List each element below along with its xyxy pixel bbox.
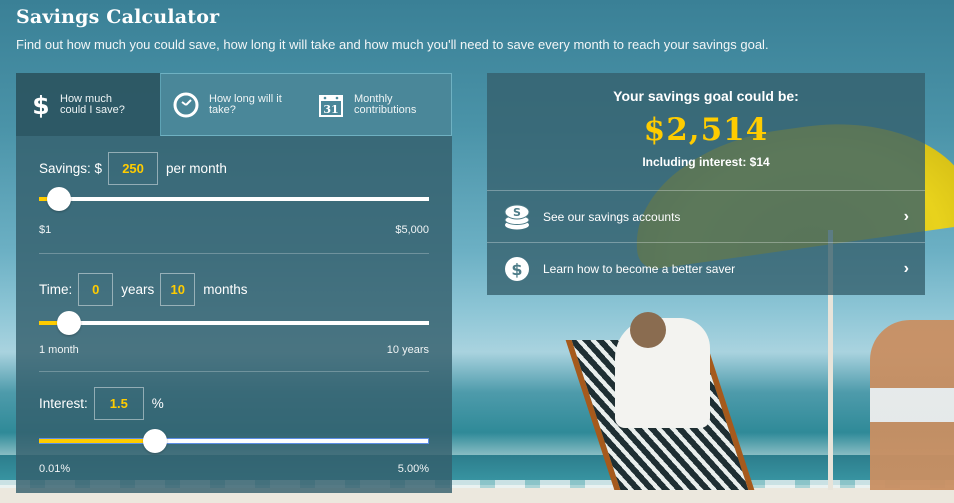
time-slider[interactable] (39, 311, 429, 335)
see-savings-accounts-link[interactable]: S See our savings accounts › (487, 191, 925, 243)
tab-monthly-contributions[interactable]: 31 Monthly contributions (306, 74, 451, 135)
svg-text:31: 31 (323, 103, 338, 116)
calculator-panel: $ How much could I save? How long will i… (16, 73, 452, 493)
person-sitting (870, 320, 954, 490)
time-label: Time: (39, 282, 73, 297)
interest-min: 0.01% (39, 463, 71, 475)
link-label: See our savings accounts (543, 209, 681, 224)
time-row: Time: years months (39, 273, 254, 306)
percent-label: % (151, 396, 164, 411)
years-input[interactable] (78, 273, 114, 306)
time-range: 1 month 10 years (39, 344, 429, 356)
clock-icon (173, 92, 199, 118)
savings-min: $1 (39, 224, 52, 236)
tab-label: How much could I save? (60, 92, 125, 116)
calendar-icon: 31 (318, 92, 344, 118)
dollar-circle-icon: $ (503, 255, 531, 283)
months-input[interactable] (160, 273, 196, 306)
per-month-label: per month (166, 161, 227, 176)
calculator-tabs: $ How much could I save? How long will i… (16, 73, 452, 136)
slider-track (39, 197, 429, 201)
interest-slider[interactable] (39, 429, 429, 453)
svg-text:S: S (513, 206, 521, 219)
savings-goal-amount: $2,514 (643, 112, 769, 148)
dollar-icon: $ (32, 92, 50, 118)
interest-earned: Including interest: $14 (642, 155, 770, 169)
savings-slider[interactable] (39, 187, 429, 211)
slider-fill (39, 439, 156, 443)
interest-max: 5.00% (397, 463, 429, 475)
slider-track (39, 321, 429, 325)
person-head (630, 312, 666, 348)
tab-how-much-could-i-save[interactable]: $ How much could I save? (16, 73, 160, 136)
savings-max: $5,000 (395, 224, 429, 236)
savings-row: Savings: $ per month (39, 152, 233, 185)
interest-range: 0.01% 5.00% (39, 463, 429, 475)
time-max: 10 years (386, 344, 429, 356)
page-title: Savings Calculator (16, 6, 220, 28)
savings-range: $1 $5,000 (39, 224, 429, 236)
tab-label: Monthly contributions (354, 92, 417, 116)
svg-text:$: $ (511, 260, 522, 279)
link-label: Learn how to become a better saver (543, 262, 736, 276)
tab-how-long-will-it-take[interactable]: How long will it take? (161, 74, 306, 135)
interest-section: Interest: % 0.01% 5.00% (39, 372, 429, 490)
result-heading: Your savings goal could be: (613, 88, 799, 104)
savings-section: Savings: $ per month $1 $5,000 (39, 136, 429, 254)
chevron-right-icon: › (903, 260, 909, 277)
savings-amount-input[interactable] (108, 152, 159, 185)
page-subtitle: Find out how much you could save, how lo… (16, 37, 769, 52)
time-min: 1 month (39, 344, 79, 356)
slider-handle[interactable] (57, 311, 82, 335)
years-label: years (121, 282, 155, 297)
slider-handle[interactable] (46, 187, 71, 211)
time-section: Time: years months 1 month 10 years (39, 254, 429, 372)
months-label: months (203, 282, 248, 297)
interest-rate-input[interactable] (93, 387, 144, 420)
chevron-right-icon: › (903, 207, 909, 225)
coins-stack-icon: S (503, 203, 531, 231)
svg-text:$: $ (32, 92, 49, 118)
tab-label: How long will it take? (209, 92, 282, 116)
result-summary: Your savings goal could be: $2,514 Inclu… (487, 73, 925, 191)
savings-label: Savings: $ (39, 161, 103, 176)
interest-label: Interest: (39, 396, 88, 411)
inactive-tabs: How long will it take? 31 Monthly contri… (160, 73, 452, 136)
better-saver-link[interactable]: $ Learn how to become a better saver › (487, 243, 925, 295)
result-panel: Your savings goal could be: $2,514 Inclu… (487, 73, 925, 295)
slider-handle[interactable] (143, 429, 168, 453)
interest-row: Interest: % (39, 387, 170, 420)
